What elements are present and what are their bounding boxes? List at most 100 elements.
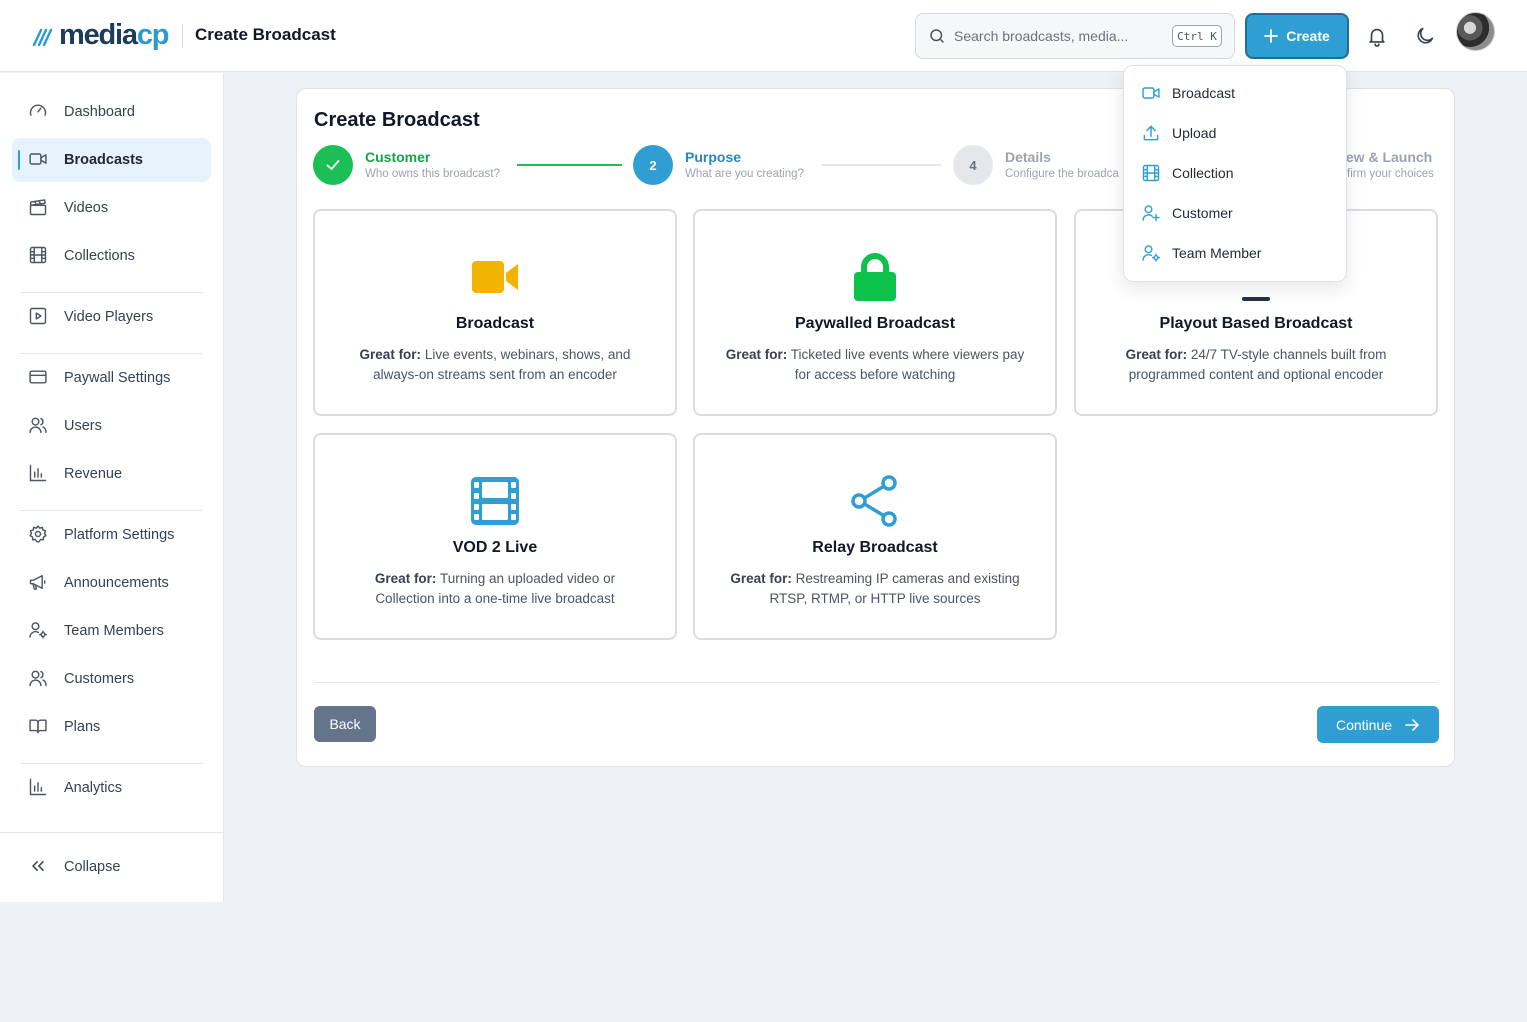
option-vod-2-live[interactable]: VOD 2 Live Great for: Turning an uploade… <box>313 433 677 640</box>
sidebar-item-label: Dashboard <box>64 104 135 120</box>
sidebar: Dashboard Broadcasts Videos Collections … <box>0 73 224 902</box>
bar-chart-icon <box>29 778 47 796</box>
create-menu-item-label: Upload <box>1172 125 1217 141</box>
sidebar-divider <box>0 832 224 833</box>
sidebar-item-revenue[interactable]: Revenue <box>12 452 211 496</box>
step-purpose-title: Purpose <box>685 149 742 165</box>
step-customer-title: Customer <box>365 149 431 165</box>
credit-card-icon <box>29 370 47 384</box>
option-description: Great for: 24/7 TV-style channels built … <box>1125 347 1387 382</box>
search-box[interactable]: Ctrl K <box>915 13 1235 59</box>
search-input[interactable] <box>954 24 1144 48</box>
step-customer-subtitle: Who owns this broadcast? <box>365 168 500 180</box>
search-icon <box>930 29 944 43</box>
continue-button[interactable]: Continue <box>1317 706 1439 743</box>
film-icon <box>1142 164 1160 182</box>
sidebar-divider <box>20 292 203 293</box>
sidebar-item-broadcasts[interactable]: Broadcasts <box>12 138 211 182</box>
sidebar-item-customers[interactable]: Customers <box>12 657 211 701</box>
sidebar-item-team-members[interactable]: Team Members <box>12 609 211 653</box>
step-customer-circle[interactable] <box>313 145 353 185</box>
sidebar-item-platform-settings[interactable]: Platform Settings <box>12 513 211 557</box>
bell-icon[interactable] <box>1366 25 1388 47</box>
step-details-circle[interactable]: 4 <box>953 145 993 185</box>
create-menu-item-customer[interactable]: Customer <box>1124 194 1346 232</box>
option-description: Great for: Live events, webinars, shows,… <box>359 347 631 382</box>
option-paywalled-broadcast[interactable]: Paywalled Broadcast Great for: Ticketed … <box>693 209 1057 416</box>
video-camera-icon <box>472 261 518 293</box>
film-icon <box>471 477 519 525</box>
megaphone-icon <box>29 575 46 590</box>
create-menu-item-label: Team Member <box>1172 245 1262 261</box>
back-button[interactable]: Back <box>314 706 376 742</box>
create-menu-item-team-member[interactable]: Team Member <box>1124 234 1346 272</box>
option-title: Paywalled Broadcast <box>794 315 956 332</box>
create-menu-item-label: Customer <box>1172 205 1233 221</box>
sidebar-item-videos[interactable]: Videos <box>12 186 211 230</box>
create-menu-item-label: Collection <box>1172 165 1234 181</box>
create-button-label: Create <box>1286 28 1330 44</box>
sidebar-item-label: Users <box>64 418 102 434</box>
step-details-subtitle: Configure the broadca <box>1005 168 1119 180</box>
mediacp-logo[interactable]: mediacp <box>32 18 169 52</box>
upload-icon <box>1143 125 1159 141</box>
user-gear-icon <box>1142 245 1161 262</box>
user-gear-icon <box>29 622 48 639</box>
video-camera-icon <box>29 153 47 165</box>
option-broadcast[interactable]: Broadcast Great for: Live events, webina… <box>313 209 677 416</box>
step-review-subtitle: firm your choices <box>1347 168 1434 180</box>
sidebar-item-analytics[interactable]: Analytics <box>12 766 211 810</box>
avatar[interactable] <box>1456 12 1495 51</box>
create-menu-item-upload[interactable]: Upload <box>1124 114 1346 152</box>
sidebar-item-dashboard[interactable]: Dashboard <box>12 90 211 134</box>
sidebar-item-label: Analytics <box>64 780 123 796</box>
sidebar-item-users[interactable]: Users <box>12 404 211 448</box>
check-icon <box>326 160 340 170</box>
option-title: Broadcast <box>455 315 535 332</box>
sidebar-item-label: Revenue <box>64 466 123 482</box>
sidebar-item-paywall-settings[interactable]: Paywall Settings <box>12 356 211 400</box>
gear-icon <box>29 525 47 543</box>
logo-waves-icon <box>32 28 53 46</box>
play-square-icon <box>29 307 47 325</box>
sidebar-divider <box>20 763 203 764</box>
video-camera-icon <box>1142 87 1160 99</box>
sidebar-item-plans[interactable]: Plans <box>12 705 211 749</box>
sidebar-item-label: Broadcasts <box>64 152 143 168</box>
bar-chart-icon <box>29 464 47 482</box>
sidebar-item-label: Videos <box>64 200 109 216</box>
search-shortcut-badge: Ctrl K <box>1172 25 1222 47</box>
create-menu-item-collection[interactable]: Collection <box>1124 154 1346 192</box>
page-title: Create Broadcast <box>195 25 336 44</box>
step-review-title: iew & Launch <box>1342 149 1433 165</box>
sidebar-item-label: Team Members <box>64 623 164 639</box>
collapse-sidebar-button[interactable]: Collapse <box>12 845 211 889</box>
create-menu: Broadcast Upload Collection Customer Tea… <box>1123 65 1347 282</box>
create-button[interactable]: Create <box>1245 13 1349 59</box>
sidebar-item-collections[interactable]: Collections <box>12 234 211 278</box>
option-title: Playout Based Broadcast <box>1159 315 1353 332</box>
user-plus-icon <box>1142 205 1160 222</box>
sidebar-item-announcements[interactable]: Announcements <box>12 561 211 605</box>
option-relay-broadcast[interactable]: Relay Broadcast Great for: Restreaming I… <box>693 433 1057 640</box>
sidebar-item-video-players[interactable]: Video Players <box>12 295 211 339</box>
step-purpose-subtitle: What are you creating? <box>685 168 804 180</box>
sidebar-item-label: Plans <box>64 719 101 735</box>
create-menu-item-broadcast[interactable]: Broadcast <box>1124 74 1346 112</box>
sidebar-item-label: Customers <box>64 671 135 687</box>
sidebar-item-label: Announcements <box>64 575 169 591</box>
moon-icon[interactable] <box>1414 25 1436 47</box>
top-header: mediacp Create Broadcast Ctrl K Create <box>0 0 1527 72</box>
step-connector <box>517 164 622 166</box>
sidebar-divider <box>20 510 203 511</box>
clapperboard-icon <box>29 199 47 216</box>
sidebar-item-label: Collections <box>64 248 135 264</box>
logo-text: mediacp <box>59 18 169 51</box>
step-purpose-circle[interactable]: 2 <box>633 145 673 185</box>
footer-divider <box>314 682 1438 683</box>
sidebar-item-label: Video Players <box>64 309 154 325</box>
lock-icon <box>854 253 896 301</box>
option-title: VOD 2 Live <box>452 539 538 556</box>
users-icon <box>29 670 47 687</box>
create-menu-item-label: Broadcast <box>1172 85 1236 101</box>
